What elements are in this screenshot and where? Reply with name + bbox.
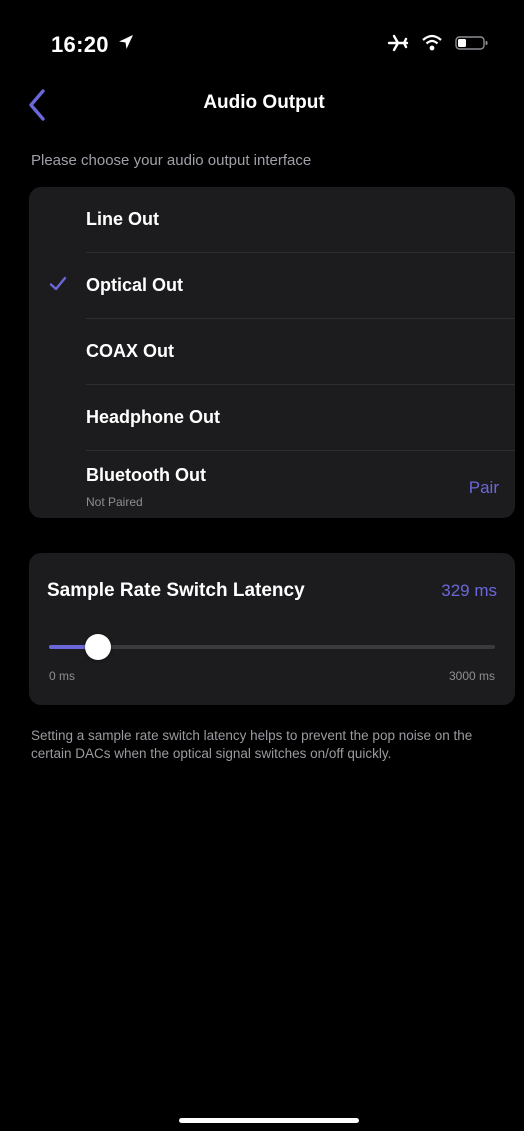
- option-label: Optical Out: [86, 275, 184, 295]
- latency-value: 329 ms: [441, 581, 497, 600]
- output-option-bluetooth-out[interactable]: Bluetooth Out Not Paired Pair: [29, 451, 515, 517]
- latency-description: Setting a sample rate switch latency hel…: [31, 728, 473, 761]
- status-bar: 16:20: [11, 28, 517, 68]
- latency-slider-track[interactable]: [49, 634, 495, 660]
- wifi-icon: [422, 34, 442, 51]
- checkmark-icon: [49, 276, 67, 291]
- option-label: COAX Out: [86, 341, 174, 361]
- output-option-optical-out[interactable]: Optical Out: [29, 253, 515, 319]
- latency-title: Sample Rate Switch Latency: [47, 580, 305, 601]
- output-option-coax-out[interactable]: COAX Out: [29, 319, 515, 385]
- airplane-icon: [387, 34, 409, 52]
- output-option-line-out[interactable]: Line Out: [29, 187, 515, 253]
- slider-min-label: 0 ms: [49, 669, 76, 683]
- pair-button[interactable]: Pair: [469, 478, 499, 498]
- latency-slider-thumb[interactable]: [84, 634, 111, 660]
- page-title: Audio Output: [203, 92, 325, 113]
- location-arrow-icon: [119, 35, 133, 49]
- section-prompt: Please choose your audio output interfac…: [31, 152, 312, 169]
- output-interface-list: Line Out Optical Out COAX Out Headphone …: [29, 187, 515, 518]
- slider-max-label: 3000 ms: [448, 669, 495, 683]
- latency-card: Sample Rate Switch Latency 329 ms 0 ms 3…: [29, 553, 515, 705]
- battery-icon: [455, 36, 488, 50]
- screen: 16:20 Audio Output Please choose your au…: [11, 0, 517, 1131]
- output-option-headphone-out[interactable]: Headphone Out: [29, 385, 515, 451]
- option-label: Headphone Out: [86, 407, 220, 427]
- option-label: Line Out: [86, 209, 159, 229]
- navigation-bar: Audio Output: [11, 78, 517, 128]
- status-icons: [387, 34, 489, 52]
- status-time: 16:20: [51, 32, 109, 57]
- option-label: Bluetooth Out: [86, 465, 206, 485]
- bluetooth-status: Not Paired: [86, 495, 143, 509]
- home-indicator[interactable]: [179, 1118, 359, 1123]
